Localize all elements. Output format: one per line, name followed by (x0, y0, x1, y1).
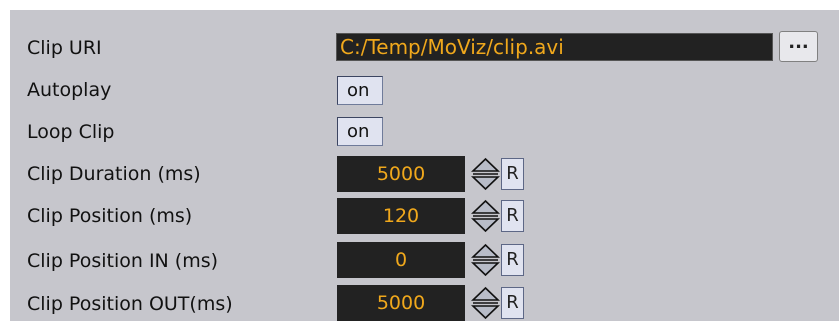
up-down-arrows-icon (471, 199, 500, 233)
clip-position-in-reset-button[interactable]: R (501, 244, 524, 276)
clip-position-label: Clip Position (ms) (27, 205, 193, 227)
clip-position-out-spinner[interactable] (471, 286, 500, 320)
autoplay-label: Autoplay (27, 79, 112, 101)
clip-position-reset-button[interactable]: R (501, 200, 524, 232)
clip-position-in-field[interactable]: 0 (337, 242, 465, 278)
clip-position-spinner[interactable] (471, 199, 500, 233)
clip-position-out-label: Clip Position OUT(ms) (27, 293, 233, 315)
clip-duration-spinner[interactable] (471, 157, 500, 191)
clip-position-in-spinner[interactable] (471, 243, 500, 277)
properties-panel: Clip URI C:/Temp/MoViz/clip.avi ... Auto… (10, 10, 839, 321)
browse-button[interactable]: ... (779, 31, 818, 62)
clip-position-out-field[interactable]: 5000 (337, 285, 465, 321)
clip-duration-label: Clip Duration (ms) (27, 163, 201, 185)
loop-clip-toggle[interactable]: on (337, 117, 383, 146)
clip-duration-field[interactable]: 5000 (337, 156, 465, 192)
clip-uri-label: Clip URI (27, 37, 102, 59)
clip-position-out-reset-button[interactable]: R (501, 287, 524, 319)
clip-position-in-label: Clip Position IN (ms) (27, 250, 219, 272)
loop-clip-label: Loop Clip (27, 121, 115, 143)
clip-position-field[interactable]: 120 (337, 198, 465, 234)
autoplay-toggle[interactable]: on (337, 76, 383, 105)
up-down-arrows-icon (471, 243, 500, 277)
clip-uri-field[interactable]: C:/Temp/MoViz/clip.avi (336, 33, 773, 61)
up-down-arrows-icon (471, 157, 500, 191)
up-down-arrows-icon (471, 286, 500, 320)
clip-duration-reset-button[interactable]: R (501, 158, 524, 190)
